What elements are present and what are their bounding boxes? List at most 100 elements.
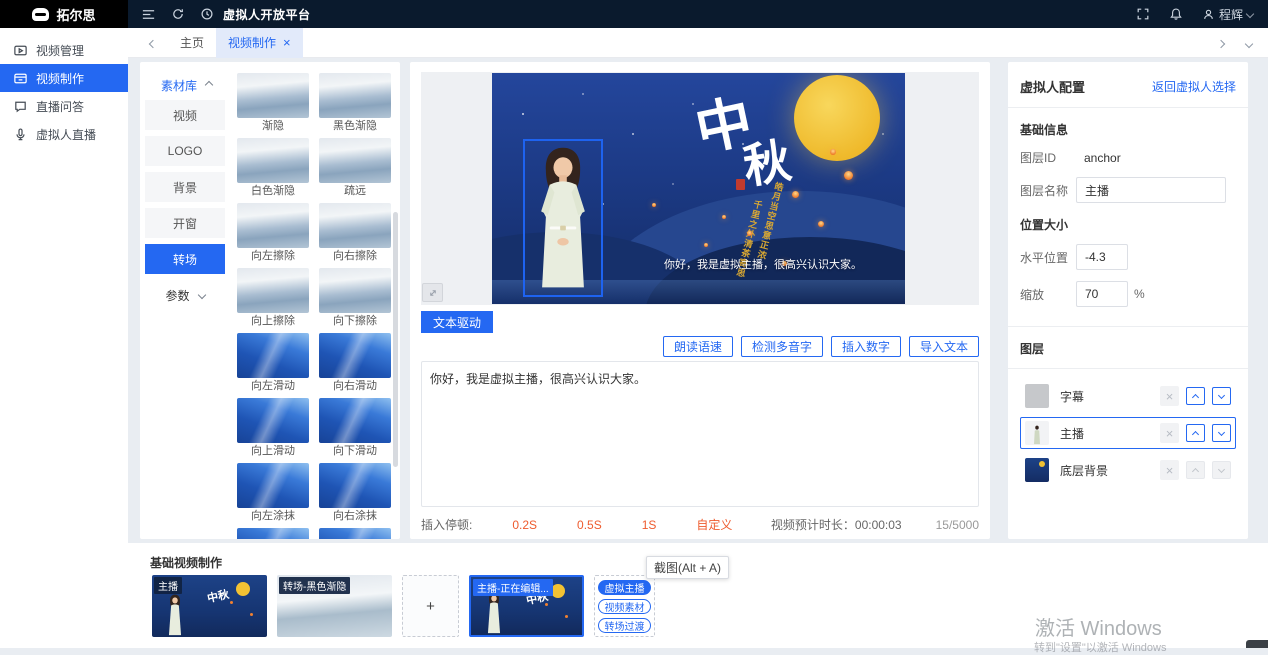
lantern-decoration bbox=[830, 149, 836, 155]
layers-section-title: 图层 bbox=[1020, 340, 1236, 357]
transition-item[interactable]: 白色渐隐 bbox=[237, 138, 309, 198]
import-text-button[interactable]: 导入文本 bbox=[909, 336, 979, 357]
clip-anchor[interactable]: 主播 中秋 bbox=[152, 575, 267, 637]
insert-virtual-anchor-button[interactable]: 虚拟主播 bbox=[598, 580, 651, 595]
transition-thumbnail bbox=[319, 528, 391, 539]
preview-area: 中 秋 皓月当空思意正浓 千里之外清茶寄思 bbox=[421, 72, 979, 305]
insert-transition-button[interactable]: 转场过渡 bbox=[598, 618, 651, 633]
sidebar-item-video-produce[interactable]: 视频制作 bbox=[0, 64, 128, 92]
video-subtitle: 你好，我是虚拟主播，很高兴认识大家。 bbox=[664, 256, 862, 272]
app-title: 虚拟人开放平台 bbox=[223, 6, 311, 23]
timeline-clips: 主播 中秋 转场-黑色渐隐 + 主播-正在编辑... 中秋 虚拟主播 视频素材 bbox=[152, 575, 655, 637]
insert-video-material-button[interactable]: 视频素材 bbox=[598, 599, 651, 614]
move-layer-up-button[interactable] bbox=[1186, 387, 1205, 405]
horizontal-position-input[interactable] bbox=[1076, 244, 1128, 270]
tabs-scroll-left-icon[interactable] bbox=[150, 36, 156, 50]
tabs-scroll-right-icon[interactable] bbox=[1218, 36, 1224, 50]
transition-thumbnail bbox=[319, 463, 391, 508]
sidebar-item-live-qa[interactable]: 直播问答 bbox=[0, 92, 128, 120]
material-category-window[interactable]: 开窗 bbox=[145, 208, 225, 238]
delete-layer-icon[interactable]: × bbox=[1160, 386, 1179, 406]
logo-icon bbox=[32, 8, 49, 21]
transition-item[interactable]: 向左擦除 bbox=[237, 203, 309, 263]
layer-row-anchor[interactable]: 主播 × bbox=[1020, 417, 1236, 449]
tab-video-produce[interactable]: 视频制作 × bbox=[216, 28, 303, 58]
video-produce-icon bbox=[13, 71, 28, 86]
materials-root-toggle[interactable]: 素材库 bbox=[145, 70, 228, 100]
read-speed-button[interactable]: 朗读语速 bbox=[663, 336, 733, 357]
material-category-logo[interactable]: LOGO bbox=[145, 136, 225, 166]
clip-label: 主播-正在编辑... bbox=[473, 579, 553, 596]
transition-item[interactable] bbox=[237, 528, 309, 539]
pause-1s-button[interactable]: 1S bbox=[642, 518, 657, 532]
anchor-selection-box[interactable] bbox=[523, 139, 603, 297]
delete-layer-icon[interactable]: × bbox=[1160, 423, 1179, 443]
transition-item[interactable]: 向右擦除 bbox=[319, 203, 391, 263]
material-category-background[interactable]: 背景 bbox=[145, 172, 225, 202]
pause-custom-button[interactable]: 自定义 bbox=[696, 516, 732, 533]
fullscreen-icon[interactable] bbox=[1136, 7, 1150, 21]
materials-params-toggle[interactable]: 参数 bbox=[145, 280, 225, 310]
lantern-decoration bbox=[652, 203, 656, 207]
caret-down-icon bbox=[1246, 10, 1254, 18]
tab-text-drive[interactable]: 文本驱动 bbox=[421, 311, 493, 333]
transition-item[interactable]: 渐隐 bbox=[237, 73, 309, 133]
scale-input[interactable] bbox=[1076, 281, 1128, 307]
transition-item[interactable]: 向上滑动 bbox=[237, 398, 309, 458]
material-category-transition[interactable]: 转场 bbox=[145, 244, 225, 274]
move-layer-down-button[interactable] bbox=[1212, 387, 1231, 405]
tab-close-icon[interactable]: × bbox=[283, 36, 291, 49]
materials-scrollbar[interactable] bbox=[393, 212, 398, 467]
transition-item[interactable]: 向下擦除 bbox=[319, 268, 391, 328]
bell-icon[interactable] bbox=[1169, 7, 1183, 21]
transition-item[interactable]: 向上擦除 bbox=[237, 268, 309, 328]
layer-name-input[interactable] bbox=[1076, 177, 1226, 203]
history-icon[interactable] bbox=[200, 7, 214, 21]
logo-text: 拓尔思 bbox=[56, 5, 95, 24]
layer-id-label: 图层ID bbox=[1020, 149, 1076, 166]
sidebar-item-video-manage[interactable]: 视频管理 bbox=[0, 36, 128, 64]
clip-label: 转场-黑色渐隐 bbox=[279, 577, 350, 594]
sidebar-item-virtual-live[interactable]: 虚拟人直播 bbox=[0, 120, 128, 148]
move-layer-down-button[interactable] bbox=[1212, 424, 1231, 442]
clip-anchor-editing[interactable]: 主播-正在编辑... 中秋 bbox=[469, 575, 584, 637]
pause-0.5s-button[interactable]: 0.5S bbox=[577, 518, 602, 532]
transition-item[interactable]: 向下滑动 bbox=[319, 398, 391, 458]
collapse-icon[interactable] bbox=[141, 7, 156, 22]
delete-layer-icon[interactable]: × bbox=[1160, 460, 1179, 480]
transitions-grid: 渐隐 黑色渐隐 白色渐隐 疏远 向左擦除 向右擦除 向上擦除 向下擦除 向左滑动… bbox=[228, 62, 400, 539]
transition-item[interactable] bbox=[319, 528, 391, 539]
chevron-up-icon bbox=[205, 81, 213, 89]
topbar: 拓尔思 虚拟人开放平台 程辉 bbox=[0, 0, 1268, 28]
transition-item[interactable]: 疏远 bbox=[319, 138, 391, 198]
layer-thumbnail bbox=[1025, 384, 1049, 408]
back-to-avatar-select-link[interactable]: 返回虚拟人选择 bbox=[1152, 78, 1236, 95]
layer-row-subtitle[interactable]: 字幕 × bbox=[1020, 380, 1236, 412]
layer-thumbnail bbox=[1025, 458, 1049, 482]
duration-label: 视频预计时长： bbox=[771, 516, 855, 533]
pause-0.2s-button[interactable]: 0.2S bbox=[512, 518, 537, 532]
lantern-decoration bbox=[818, 221, 824, 227]
add-clip-button[interactable]: + bbox=[402, 575, 459, 637]
layer-row-background[interactable]: 底层背景 × bbox=[1020, 454, 1236, 486]
tabs-menu-icon[interactable] bbox=[1246, 36, 1252, 50]
transition-item[interactable]: 向右滑动 bbox=[319, 333, 391, 393]
transition-item[interactable]: 黑色渐隐 bbox=[319, 73, 391, 133]
refresh-icon[interactable] bbox=[171, 7, 185, 21]
basic-info-section-title: 基础信息 bbox=[1020, 121, 1236, 138]
detect-polyphone-button[interactable]: 检测多音字 bbox=[741, 336, 823, 357]
move-layer-up-button[interactable] bbox=[1186, 424, 1205, 442]
transition-item[interactable]: 向左滑动 bbox=[237, 333, 309, 393]
insert-number-button[interactable]: 插入数字 bbox=[831, 336, 901, 357]
pause-label: 插入停顿: bbox=[421, 516, 472, 533]
clip-transition[interactable]: 转场-黑色渐隐 bbox=[277, 575, 392, 637]
virtual-anchor-figure bbox=[164, 593, 186, 637]
script-textarea[interactable]: 你好，我是虚拟主播，很高兴认识大家。 bbox=[421, 361, 979, 507]
transition-item[interactable]: 向右涂抹 bbox=[319, 463, 391, 523]
transition-item[interactable]: 向左涂抹 bbox=[237, 463, 309, 523]
expand-preview-button[interactable] bbox=[422, 283, 443, 302]
user-menu[interactable]: 程辉 bbox=[1202, 6, 1253, 23]
tab-home[interactable]: 主页 bbox=[168, 28, 216, 58]
material-category-video[interactable]: 视频 bbox=[145, 100, 225, 130]
config-title: 虚拟人配置 bbox=[1020, 77, 1085, 96]
